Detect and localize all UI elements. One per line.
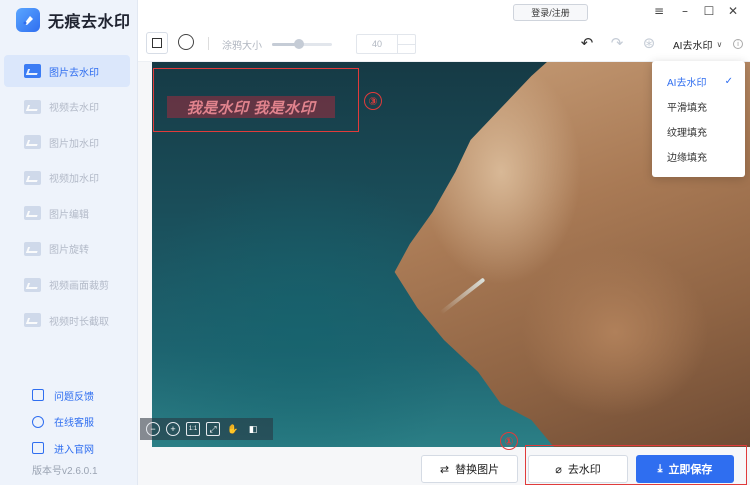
brush-size-label: 涂鸦大小	[222, 41, 262, 52]
mode-select-value: AI去水印	[673, 41, 713, 52]
sidebar-item-video-trim[interactable]: 视频时长截取	[4, 304, 130, 336]
video-icon	[24, 99, 41, 114]
brush-size-stepper[interactable]	[397, 35, 415, 53]
toolbar-divider	[208, 37, 209, 50]
hand-icon[interactable]: ✋	[226, 422, 240, 436]
dropdown-option-ai[interactable]: AI去水印 ✓	[652, 69, 745, 94]
sidebar-item-label: 视频时长截取	[49, 316, 109, 328]
replace-image-button[interactable]: ⇄ 替换图片	[421, 455, 518, 483]
sidebar-item-label: 视频画面裁剪	[49, 281, 109, 293]
service-icon	[32, 415, 44, 428]
trim-icon	[24, 313, 41, 328]
video-add-icon	[24, 170, 41, 185]
zoom-out-icon[interactable]: −	[146, 422, 160, 436]
sidebar-nav: 图片去水印 视频去水印 图片加水印 视频加水印 图片编辑 图片旋转 视频画面裁剪	[4, 55, 130, 340]
sidebar-item-label: 图片加水印	[49, 138, 99, 150]
watermark-highlight-box: 我是水印 我是水印	[153, 68, 359, 132]
rect-select-tool[interactable]	[146, 32, 168, 54]
replace-label: 替换图片	[455, 464, 500, 476]
minimize-icon[interactable]: –	[678, 4, 692, 18]
logo-icon	[16, 8, 40, 32]
chevron-down-icon: ∨	[716, 40, 723, 49]
title-bar: 登录/注册 ≡ – ☐ ✕	[138, 0, 750, 25]
callout-marker-1: ①	[500, 432, 518, 450]
fit-screen-icon[interactable]: ⤢	[206, 422, 220, 436]
replace-icon: ⇄	[439, 462, 450, 476]
check-icon: ✓	[724, 76, 733, 87]
image-add-icon	[24, 135, 41, 150]
zoom-in-icon[interactable]: +	[166, 422, 180, 436]
dropdown-option-texture[interactable]: 纹理填充	[652, 119, 745, 144]
brush-size-input[interactable]	[356, 34, 416, 54]
compare-icon[interactable]: ⊛	[640, 34, 658, 52]
sidebar-item-label: 视频加水印	[49, 174, 99, 186]
sidebar-item-video-add-watermark[interactable]: 视频加水印	[4, 162, 130, 194]
sidebar-item-label: 图片旋转	[49, 245, 89, 257]
sidebar-item-image-watermark-removal[interactable]: 图片去水印	[4, 55, 130, 87]
sidebar: 无痕去水印 图片去水印 视频去水印 图片加水印 视频加水印 图片编辑 图片旋转	[0, 0, 138, 485]
split-view-icon[interactable]: ◧	[246, 422, 260, 436]
option-label: 平滑填充	[667, 103, 707, 114]
sidebar-item-label: 图片编辑	[49, 209, 89, 221]
feedback-label: 问题反馈	[54, 391, 94, 403]
sidebar-item-image-edit[interactable]: 图片编辑	[4, 197, 130, 229]
sidebar-item-video-watermark-removal[interactable]: 视频去水印	[4, 91, 130, 123]
rotate-icon	[24, 241, 41, 256]
undo-icon[interactable]: ↶	[578, 34, 596, 52]
dropdown-option-edge[interactable]: 边缘填充	[652, 144, 745, 169]
actual-size-icon[interactable]: 1:1	[186, 422, 200, 436]
option-label: 边缘填充	[667, 153, 707, 164]
sidebar-item-label: 图片去水印	[49, 67, 99, 79]
option-label: AI去水印	[667, 78, 707, 89]
rect-select-icon	[152, 38, 162, 48]
brush-tool-icon[interactable]	[178, 34, 194, 50]
watermark-text: 我是水印 我是水印	[167, 96, 335, 118]
editor-toolbar: 涂鸦大小 ↶ ↷ ⊛ AI去水印 ∨ i	[138, 25, 750, 62]
step-up-button[interactable]	[398, 35, 415, 45]
website-icon	[32, 442, 44, 455]
sidebar-bottom-links: 问题反馈 在线客服 进入官网	[32, 382, 94, 462]
sidebar-item-image-rotate[interactable]: 图片旋转	[4, 233, 130, 265]
service-link[interactable]: 在线客服	[32, 409, 94, 436]
menu-icon[interactable]: ≡	[652, 4, 666, 18]
option-label: 纹理填充	[667, 128, 707, 139]
close-icon[interactable]: ✕	[726, 4, 740, 18]
sidebar-item-label: 视频去水印	[49, 103, 99, 115]
sidebar-item-video-crop[interactable]: 视频画面裁剪	[4, 269, 130, 301]
brush-size-field[interactable]	[357, 35, 397, 53]
feedback-icon	[32, 389, 44, 402]
brush-slider-handle[interactable]	[294, 39, 304, 49]
info-icon[interactable]: i	[733, 39, 743, 49]
dropdown-option-smooth[interactable]: 平滑填充	[652, 94, 745, 119]
edit-icon	[24, 206, 41, 221]
mode-select[interactable]: AI去水印 ∨	[673, 37, 722, 52]
feedback-link[interactable]: 问题反馈	[32, 382, 94, 409]
website-link[interactable]: 进入官网	[32, 435, 94, 462]
app-name: 无痕去水印	[48, 14, 131, 31]
brush-size-slider[interactable]	[272, 39, 332, 49]
app-logo: 无痕去水印	[16, 8, 131, 32]
website-label: 进入官网	[54, 444, 94, 456]
sidebar-item-image-add-watermark[interactable]: 图片加水印	[4, 126, 130, 158]
crop-icon	[24, 277, 41, 292]
redo-icon[interactable]: ↷	[608, 34, 626, 52]
version-label: 版本号v2.6.0.1	[32, 466, 98, 477]
callout-marker-3: ③	[364, 92, 382, 110]
image-icon	[24, 64, 41, 78]
action-highlight-box	[525, 445, 747, 485]
step-down-button[interactable]	[398, 45, 415, 54]
zoom-toolbar: − + 1:1 ⤢ ✋ ◧	[140, 418, 273, 440]
service-label: 在线客服	[54, 418, 94, 430]
login-button[interactable]: 登录/注册	[513, 4, 588, 21]
mode-dropdown: AI去水印 ✓ 平滑填充 纹理填充 边缘填充	[652, 61, 745, 177]
maximize-icon[interactable]: ☐	[702, 4, 716, 18]
